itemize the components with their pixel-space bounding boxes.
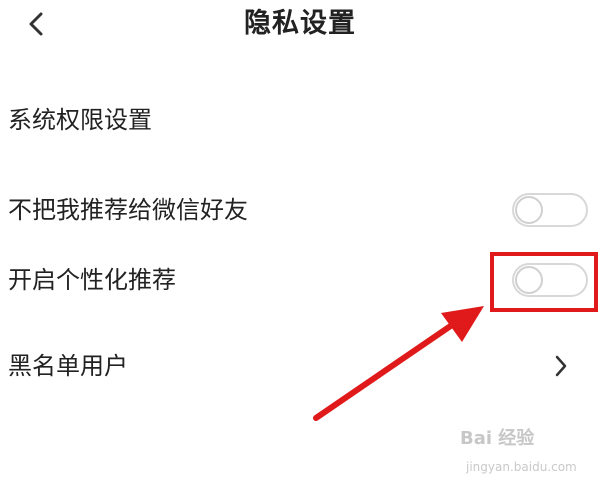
watermark: Bai 经验 jingyan.baidu.com [460,424,590,480]
watermark-logo: Bai 经验 [460,428,535,449]
annotation-arrow [313,306,484,421]
watermark-url: jingyan.baidu.com [466,460,577,474]
